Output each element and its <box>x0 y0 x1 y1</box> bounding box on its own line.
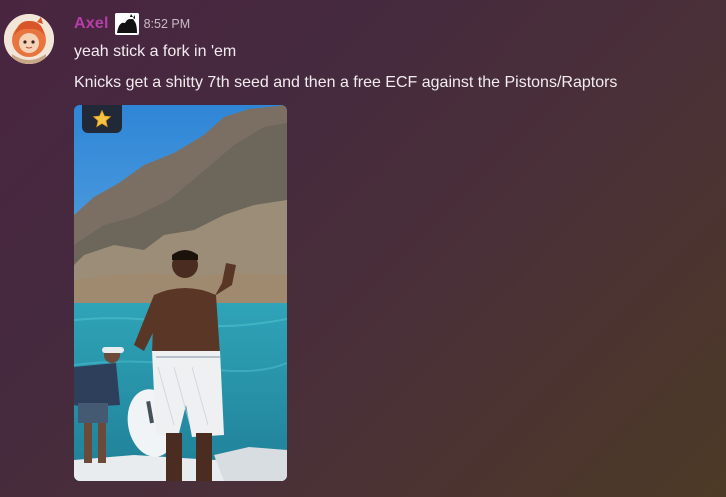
chat-message: Axel 8:52 PM yeah stick a fork in 'em Kn… <box>0 0 726 497</box>
avatar-image <box>4 14 54 64</box>
favorite-button[interactable] <box>82 105 122 133</box>
avatar[interactable] <box>4 14 54 64</box>
video-attachment[interactable] <box>74 105 287 481</box>
username[interactable]: Axel <box>74 15 109 33</box>
message-header: Axel 8:52 PM <box>74 12 190 36</box>
message-line: yeah stick a fork in 'em <box>74 43 237 60</box>
star-icon <box>92 109 112 128</box>
message-line: Knicks get a shitty 7th seed and then a … <box>74 74 618 91</box>
timestamp: 8:52 PM <box>143 17 191 31</box>
attachment-image <box>74 105 287 481</box>
role-icon <box>114 13 139 35</box>
